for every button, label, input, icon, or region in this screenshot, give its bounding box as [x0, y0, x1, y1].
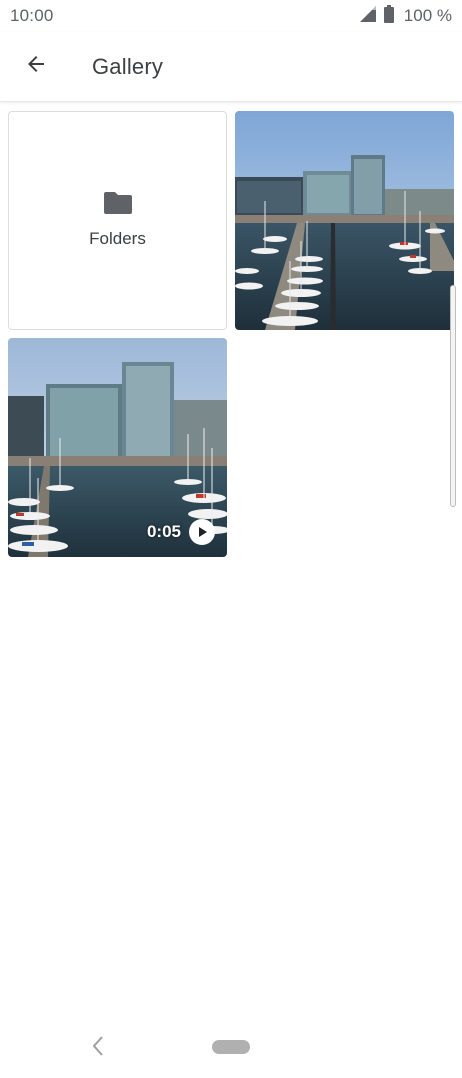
photo-thumbnail[interactable]: [235, 111, 454, 330]
signal-icon: [359, 5, 378, 27]
home-pill-icon[interactable]: [212, 1040, 250, 1054]
play-icon[interactable]: [189, 519, 215, 545]
status-indicators: 100 %: [359, 4, 452, 28]
nav-back-icon: [91, 1035, 105, 1062]
system-nav-bar: [0, 1020, 462, 1078]
battery-icon: [383, 4, 394, 28]
nav-back-button[interactable]: [84, 1034, 112, 1062]
folder-icon: [103, 192, 132, 219]
harbor-photo: [235, 111, 454, 330]
folders-tile[interactable]: Folders: [8, 111, 227, 330]
status-bar: 10:00 100 %: [0, 0, 462, 32]
page-title: Gallery: [92, 53, 164, 79]
app-bar: Gallery: [0, 32, 462, 102]
scrollbar[interactable]: [450, 285, 456, 507]
folders-label: Folders: [89, 229, 146, 248]
video-thumbnail[interactable]: 0:05: [8, 338, 227, 557]
back-button[interactable]: [8, 39, 64, 95]
video-overlay: 0:05: [147, 519, 215, 545]
video-duration: 0:05: [146, 522, 181, 541]
battery-percent: 100 %: [403, 6, 452, 25]
arrow-back-icon: [24, 52, 48, 81]
status-time: 10:00: [10, 6, 54, 25]
gallery-screen: 10:00 100 % Gallery Folders 0:05: [0, 0, 462, 1078]
